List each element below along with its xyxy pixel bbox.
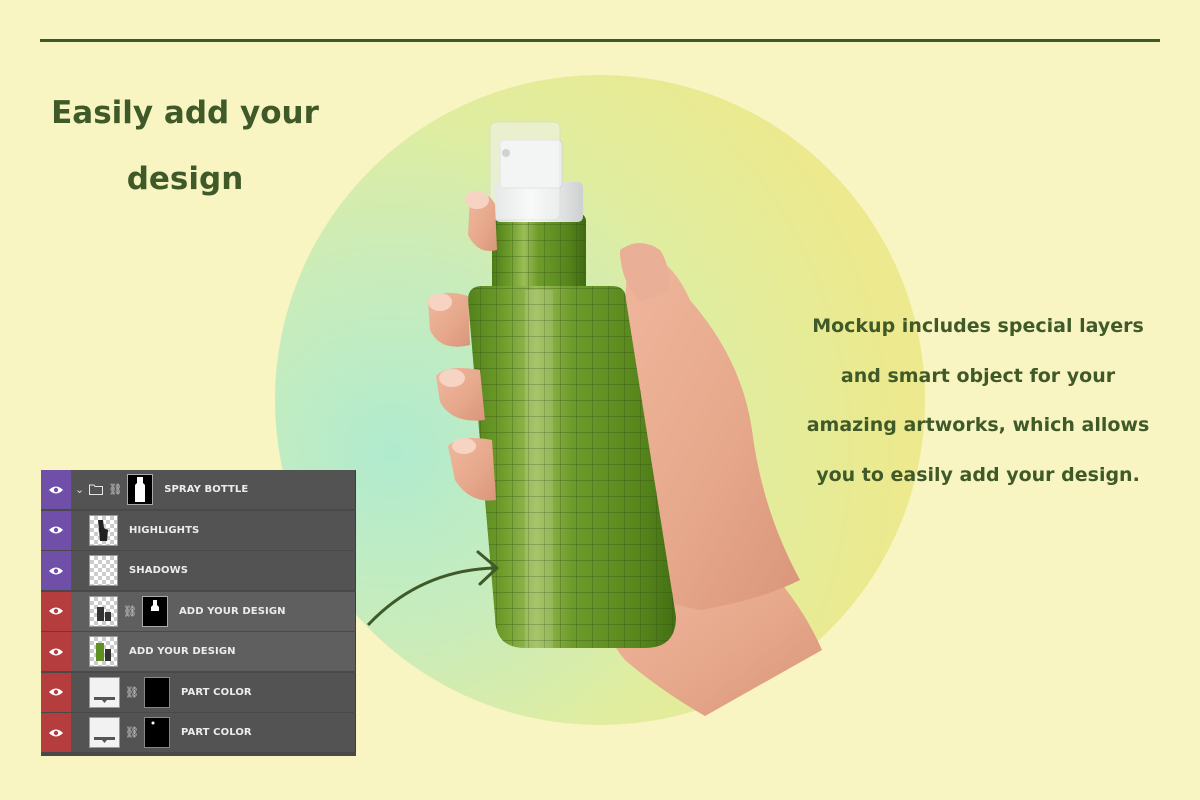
layer-row-part-color-2[interactable]: ⛓ PART COLOR: [41, 713, 356, 752]
layer-row-shadows[interactable]: SHADOWS: [41, 551, 356, 590]
layer-name: PART COLOR: [180, 686, 252, 698]
layer-row-highlights[interactable]: HIGHLIGHTS: [41, 510, 356, 550]
eye-icon: [49, 486, 63, 493]
description-line-4: you to easily add your design.: [816, 463, 1140, 486]
eye-icon: [49, 607, 63, 615]
folder-icon: [89, 484, 104, 495]
link-icon: ⛓: [108, 483, 123, 496]
fill-layer-thumbnail: [89, 717, 120, 748]
layer-name: HIGHLIGHTS: [129, 524, 200, 536]
layers-panel: ⌄ ⛓ SPRAY BOTTLE HIGHLIGHTS SHADOWS ⛓ AD…: [41, 470, 356, 756]
visibility-toggle[interactable]: [41, 672, 71, 712]
eye-icon: [49, 526, 63, 534]
layer-thumbnail: [89, 636, 118, 667]
link-icon: ⛓: [125, 685, 139, 699]
eye-icon: [49, 729, 63, 736]
visibility-toggle[interactable]: [41, 510, 71, 550]
layer-name: ADD YOUR DESIGN: [178, 605, 286, 617]
layer-row-spray-bottle[interactable]: ⌄ ⛓ SPRAY BOTTLE: [41, 470, 356, 509]
layer-thumbnail: [89, 555, 118, 586]
visibility-toggle[interactable]: [41, 713, 71, 752]
eye-icon: [49, 688, 63, 696]
layer-thumbnail: [89, 514, 118, 546]
eye-icon: [49, 567, 63, 574]
layer-name: SHADOWS: [129, 565, 189, 576]
description-line-1: Mockup includes special layers: [812, 315, 1144, 337]
layer-row-add-your-design[interactable]: ADD YOUR DESIGN: [41, 632, 356, 671]
link-icon: ⛓: [123, 604, 137, 618]
layer-row-add-your-design-smart[interactable]: ⛓ ADD YOUR DESIGN: [41, 591, 356, 631]
chevron-down-icon[interactable]: ⌄: [75, 484, 84, 495]
visibility-toggle[interactable]: [41, 591, 71, 631]
visibility-toggle[interactable]: [41, 632, 71, 671]
pointer-arrow: [366, 566, 496, 627]
layer-thumbnail: [89, 595, 118, 627]
layer-mask-thumbnail: [143, 717, 170, 748]
description-line-3: amazing artworks, which allows: [806, 414, 1150, 436]
description-text: Mockup includes special layers and smart…: [795, 302, 1161, 500]
fill-layer-thumbnail: [89, 676, 120, 708]
layer-name: SPRAY BOTTLE: [164, 484, 249, 495]
bottle-neck: [492, 213, 586, 293]
visibility-toggle[interactable]: [41, 551, 71, 590]
layer-mask-thumbnail: [143, 676, 170, 708]
visibility-toggle[interactable]: [41, 470, 71, 509]
layer-name: ADD YOUR DESIGN: [129, 646, 236, 657]
link-icon: ⛓: [125, 726, 139, 739]
layer-mask-thumbnail: [141, 595, 168, 627]
layer-name: PART COLOR: [180, 727, 252, 738]
layer-row-part-color-1[interactable]: ⛓ PART COLOR: [41, 672, 356, 712]
description-line-2: and smart object for your: [840, 364, 1116, 387]
eye-icon: [49, 648, 63, 655]
spray-cap: [489, 121, 583, 222]
layer-mask-thumbnail: [127, 474, 154, 505]
